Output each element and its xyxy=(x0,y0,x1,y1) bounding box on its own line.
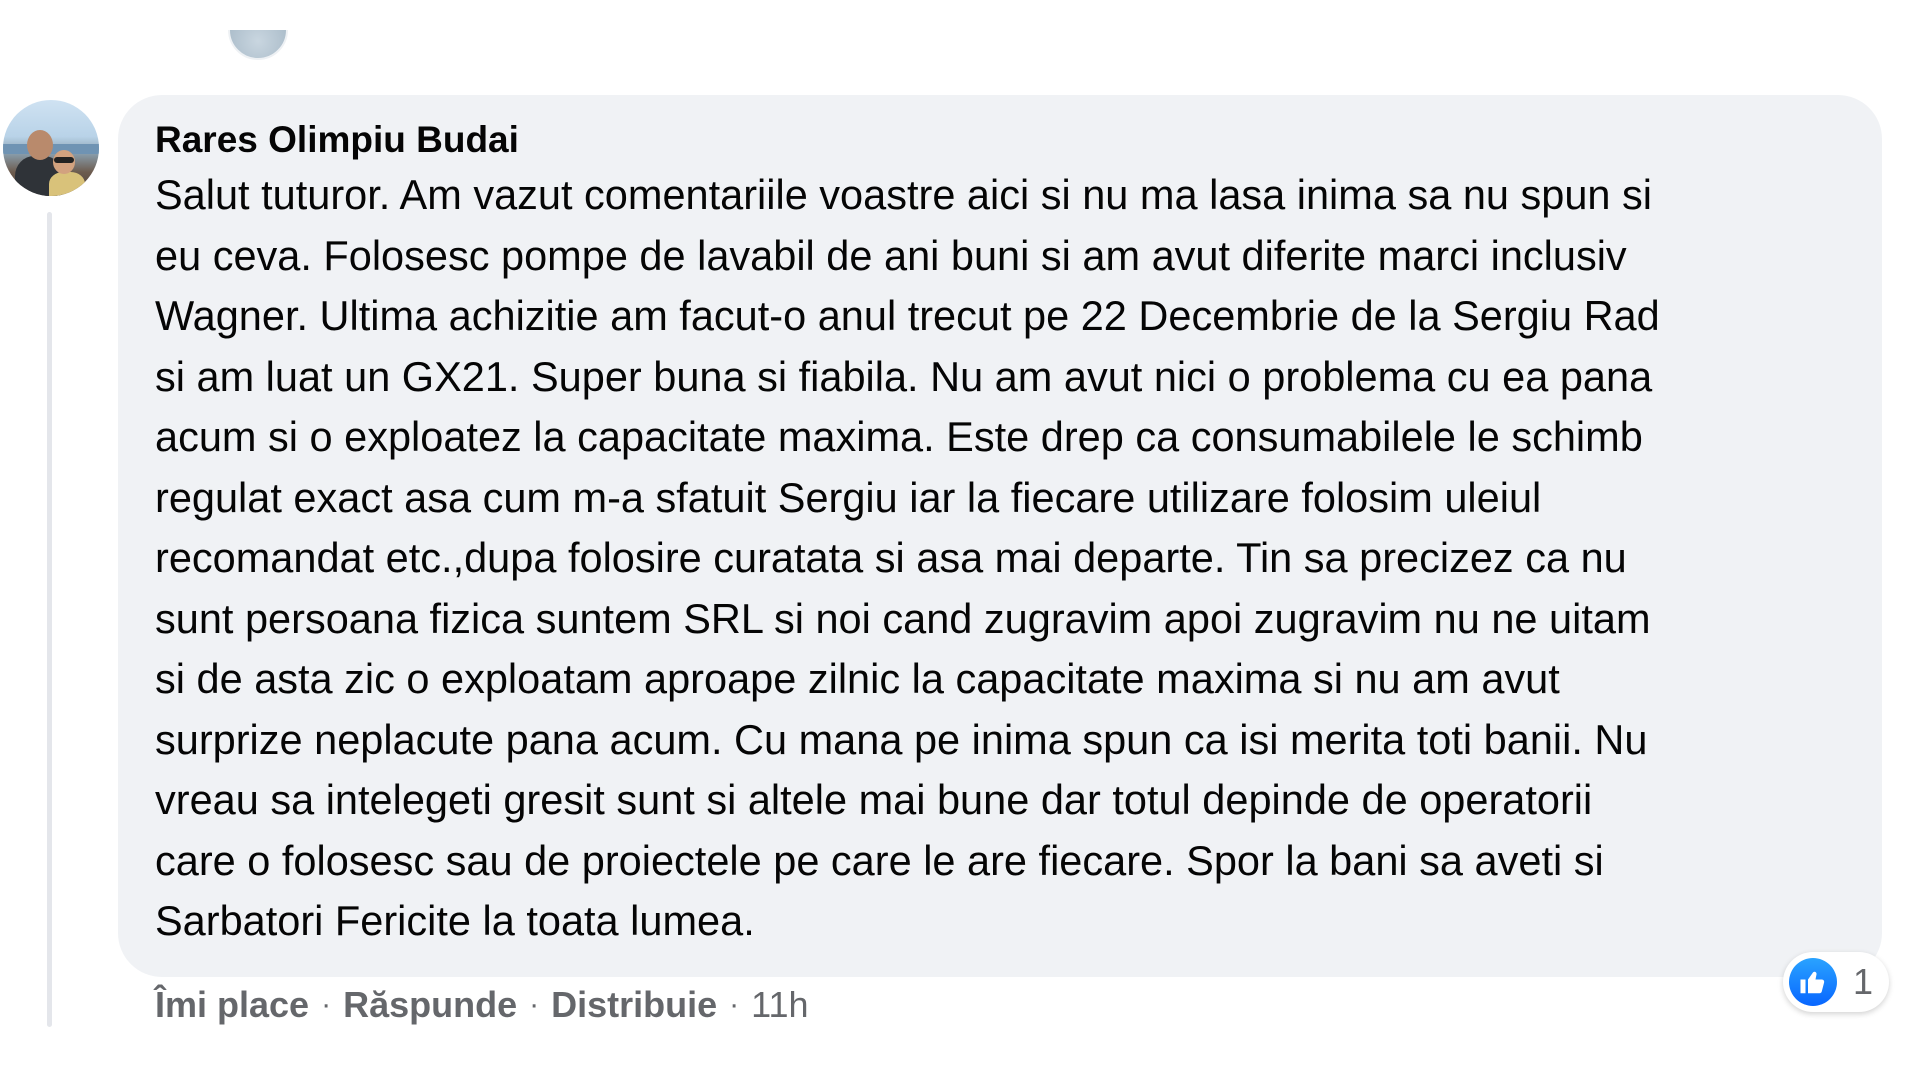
comment-text-line: vreau sa intelegeti gresit sunt si altel… xyxy=(155,776,1593,823)
reply-button[interactable]: Răspunde xyxy=(343,984,517,1026)
like-button[interactable]: Îmi place xyxy=(155,984,309,1026)
comment-actions: Îmi place · Răspunde · Distribuie · 11h xyxy=(155,980,809,1030)
comment-bubble: Rares Olimpiu Budai Salut tuturor. Am va… xyxy=(118,95,1882,977)
separator-dot: · xyxy=(321,988,332,1021)
comment-author-name[interactable]: Rares Olimpiu Budai xyxy=(155,117,1846,163)
comment-text-line: Sarbatori Fericite la toata lumea. xyxy=(155,897,755,944)
comment-text-line: Wagner. Ultima achizitie am facut-o anul… xyxy=(155,292,1660,339)
comment-text-line: Salut tuturor. Am vazut comentariile voa… xyxy=(155,171,1652,218)
comment-timestamp[interactable]: 11h xyxy=(751,984,808,1026)
previous-comment-avatar[interactable] xyxy=(228,30,288,68)
thumbs-up-icon xyxy=(1789,958,1837,1006)
reaction-summary[interactable]: 1 xyxy=(1783,952,1890,1012)
separator-dot: · xyxy=(529,988,540,1021)
comment-thread: Rares Olimpiu Budai Salut tuturor. Am va… xyxy=(0,0,1920,1080)
comment-text-line: sunt persoana fizica suntem SRL si noi c… xyxy=(155,594,1651,642)
comment-text-line: si de asta zic o exploatam aproape zilni… xyxy=(155,655,1560,702)
author-avatar[interactable] xyxy=(3,100,99,196)
comment-text-line: surprize neplacute pana acum. Cu mana pe… xyxy=(155,715,1648,763)
comment-text-line: si am luat un GX21. Super buna si fiabil… xyxy=(155,352,1653,400)
comment-text-line: regulat exact asa cum m-a sfatuit Sergiu… xyxy=(155,473,1542,521)
share-button[interactable]: Distribuie xyxy=(551,984,717,1026)
comment-text-line: acum si o exploatez la capacitate maxima… xyxy=(155,413,1643,460)
comment-text: Salut tuturor. Am vazut comentariile voa… xyxy=(155,165,1846,952)
separator-dot: · xyxy=(729,988,740,1021)
comment-text-line: care o folosesc sau de proiectele pe car… xyxy=(155,836,1604,884)
comment-text-line: recomandat etc.,dupa folosire curatata s… xyxy=(155,534,1627,581)
thread-connector-line xyxy=(47,212,52,1027)
reaction-count: 1 xyxy=(1853,961,1874,1002)
comment-text-line: eu ceva. Folosesc pompe de lavabil de an… xyxy=(155,231,1627,279)
